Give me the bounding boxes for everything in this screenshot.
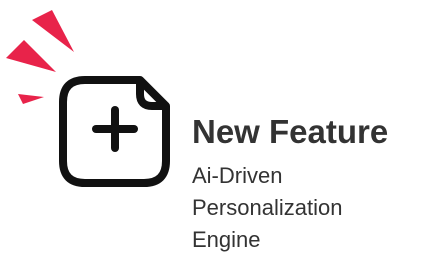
description-line: Personalization [192,195,343,220]
new-feature-card: New Feature Ai-Driven Personalization En… [0,0,423,276]
description-line: Engine [192,227,261,252]
feature-text: New Feature Ai-Driven Personalization En… [192,112,423,256]
description-line: Ai-Driven [192,163,283,188]
feature-description: Ai-Driven Personalization Engine [192,160,423,256]
new-document-plus-icon [6,10,170,187]
feature-title: New Feature [192,113,389,150]
